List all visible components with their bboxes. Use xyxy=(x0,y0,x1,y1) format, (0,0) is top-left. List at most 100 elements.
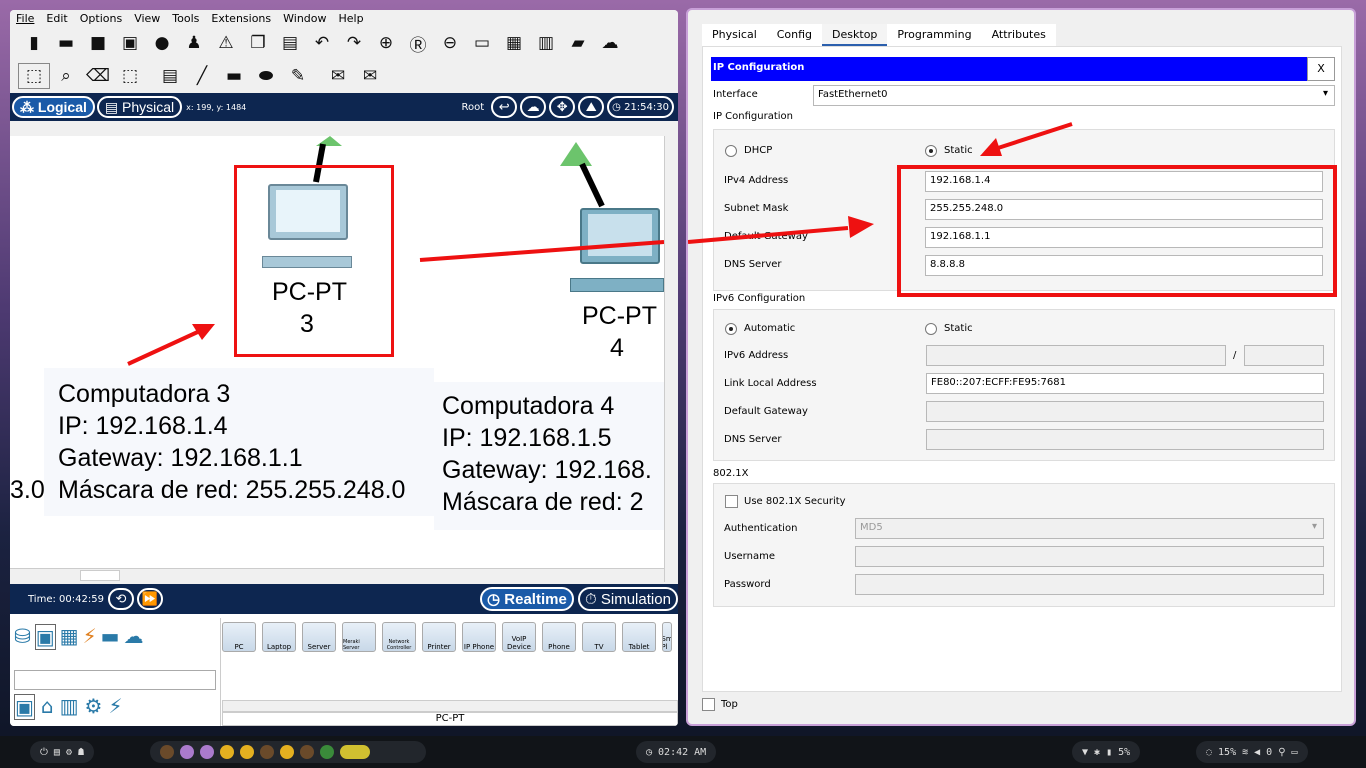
volume-icon[interactable]: ◀ xyxy=(1254,747,1260,758)
cluster-icon[interactable]: ☁ xyxy=(520,96,547,118)
gamepad-icon[interactable]: ☗ xyxy=(78,747,84,758)
paste-icon[interactable]: ▤ xyxy=(274,30,306,56)
resize-icon[interactable]: ⬚ xyxy=(114,63,146,89)
device-tv[interactable]: TV xyxy=(582,622,616,652)
tab-desktop[interactable]: Desktop xyxy=(822,24,888,46)
tab-config[interactable]: Config xyxy=(767,24,822,46)
menu-options[interactable]: Options xyxy=(74,12,128,25)
pc-category-icon[interactable]: ▣ xyxy=(14,694,35,720)
gateway6-input[interactable] xyxy=(926,401,1324,422)
ipv6-input[interactable] xyxy=(926,345,1226,366)
menu-window[interactable]: Window xyxy=(277,12,332,25)
misc-icon[interactable]: ▬ xyxy=(101,624,120,650)
dhcp-radio[interactable] xyxy=(725,145,737,157)
open-folder-icon[interactable]: ▬ xyxy=(50,30,82,56)
device-scrollbar[interactable] xyxy=(222,700,678,712)
inspect-icon[interactable]: ⌕ xyxy=(50,63,82,89)
device-voip[interactable]: VoIP Device xyxy=(502,622,536,652)
ellipse-icon[interactable]: ⬬ xyxy=(250,63,282,89)
app-icon-8[interactable] xyxy=(300,745,314,759)
chrome-icon-2[interactable] xyxy=(240,745,254,759)
realtime-button[interactable]: ◷ Realtime xyxy=(480,587,574,611)
lla-input[interactable]: FE80::207:ECFF:FE95:7681 xyxy=(926,373,1324,394)
menu-tools[interactable]: Tools xyxy=(166,12,205,25)
chrome-icon-3[interactable] xyxy=(280,745,294,759)
wifi-icon[interactable]: ▼ xyxy=(1082,747,1088,758)
line-icon[interactable]: ╱ xyxy=(186,63,218,89)
palette-icon[interactable]: ▦ xyxy=(498,30,530,56)
logical-view-button[interactable]: ⁂ Logical xyxy=(12,96,95,118)
activity-wizard-icon[interactable]: ♟ xyxy=(178,30,210,56)
packet-tracer-icon[interactable] xyxy=(320,745,334,759)
close-button[interactable]: X xyxy=(1307,57,1335,81)
device-server[interactable]: Server xyxy=(302,622,336,652)
settings-icon[interactable]: ⚙ xyxy=(66,747,72,758)
menu-help[interactable]: Help xyxy=(333,12,370,25)
mic-icon[interactable]: ⚲ xyxy=(1278,747,1285,758)
zoom-reset-icon[interactable]: Ⓡ xyxy=(402,30,434,56)
password-input[interactable] xyxy=(855,574,1324,595)
device-controller[interactable]: Network Controller xyxy=(382,622,416,652)
device-meraki[interactable]: Meraki Server xyxy=(342,622,376,652)
industrial-icon[interactable]: ⚙ xyxy=(85,694,103,720)
chrome-icon[interactable] xyxy=(220,745,234,759)
info-icon[interactable]: ● xyxy=(146,30,178,56)
auth-select[interactable]: MD5 ▾ xyxy=(855,518,1324,539)
multiuser-icon[interactable]: ☁ xyxy=(124,624,144,650)
background-icon[interactable]: ⛰ xyxy=(578,96,605,118)
app-icon-6[interactable] xyxy=(260,745,274,759)
app-icon-2[interactable] xyxy=(180,745,194,759)
pdu-icon[interactable]: ⚠ xyxy=(210,30,242,56)
tab-programming[interactable]: Programming xyxy=(887,24,981,46)
new-file-icon[interactable]: ▮ xyxy=(18,30,50,56)
vertical-scrollbar[interactable] xyxy=(664,136,678,582)
device-phone[interactable]: Phone xyxy=(542,622,576,652)
device-pc[interactable]: PC xyxy=(222,622,256,652)
device-smartphone[interactable]: Sm Pl xyxy=(662,622,672,652)
zoom-out-icon[interactable]: ⊖ xyxy=(434,30,466,56)
clock-icon[interactable]: ◷ 21:54:30 xyxy=(607,96,674,118)
device-ip-phone[interactable]: IP Phone xyxy=(462,622,496,652)
automatic-radio[interactable] xyxy=(725,323,737,335)
static-radio[interactable] xyxy=(925,145,937,157)
menu-edit[interactable]: Edit xyxy=(40,12,73,25)
top-checkbox[interactable] xyxy=(702,698,715,711)
move-icon[interactable]: ✥ xyxy=(549,96,576,118)
menu-view[interactable]: View xyxy=(128,12,166,25)
tab-physical[interactable]: Physical xyxy=(702,24,767,46)
static6-radio[interactable] xyxy=(925,323,937,335)
username-input[interactable] xyxy=(855,546,1324,567)
cloud-icon[interactable]: ☁ xyxy=(594,30,626,56)
select-icon[interactable]: ⬚ xyxy=(18,63,50,89)
workspace-canvas[interactable]: PC-PT 3 PC-PT 4 Computadora 3 IP: 192.16… xyxy=(10,136,664,568)
save-icon[interactable]: ■ xyxy=(82,30,114,56)
device-tablet[interactable]: Tablet xyxy=(622,622,656,652)
delete-icon[interactable]: ⌫ xyxy=(82,63,114,89)
keyboard-icon[interactable]: ▭ xyxy=(1292,747,1298,758)
interface-select[interactable]: FastEthernet0 ▾ xyxy=(813,85,1335,106)
network-devices-icon[interactable]: ⛁ xyxy=(14,624,31,650)
physical-view-button[interactable]: ▤ Physical xyxy=(96,96,183,118)
device-laptop[interactable]: Laptop xyxy=(262,622,296,652)
window-icon[interactable]: ▭ xyxy=(466,30,498,56)
freeform-icon[interactable]: ✎ xyxy=(282,63,314,89)
tab-attributes[interactable]: Attributes xyxy=(982,24,1056,46)
bluetooth-icon[interactable]: ✱ xyxy=(1094,747,1100,758)
connections-icon[interactable]: ⚡ xyxy=(83,624,97,650)
end-devices-icon[interactable]: ▣ xyxy=(34,624,56,650)
components-icon[interactable]: ▦ xyxy=(60,624,79,650)
back-icon[interactable]: ↩ xyxy=(491,96,518,118)
files-icon[interactable]: ▤ xyxy=(54,747,60,758)
device-icon[interactable]: ▰ xyxy=(562,30,594,56)
device-search-input[interactable] xyxy=(14,670,216,690)
menu-file[interactable]: File xyxy=(10,12,40,25)
dns6-input[interactable] xyxy=(926,429,1324,450)
notes-icon[interactable]: ▥ xyxy=(530,30,562,56)
print-icon[interactable]: ▣ xyxy=(114,30,146,56)
fast-forward-icon[interactable]: ⏩ xyxy=(136,588,163,610)
undo-icon[interactable]: ↶ xyxy=(306,30,338,56)
horizontal-scrollbar[interactable] xyxy=(10,568,664,582)
app-icon-1[interactable] xyxy=(160,745,174,759)
smart-city-icon[interactable]: ▥ xyxy=(60,694,79,720)
menu-extensions[interactable]: Extensions xyxy=(205,12,277,25)
